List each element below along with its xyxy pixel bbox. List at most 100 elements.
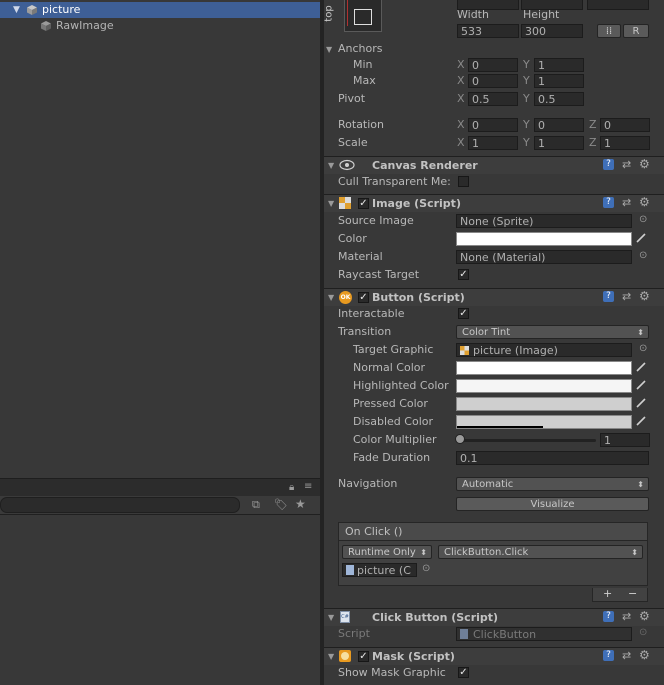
gear-icon[interactable]: ⚙ bbox=[639, 609, 650, 623]
rotation-x-field[interactable]: 0 bbox=[468, 118, 518, 132]
gear-icon[interactable]: ⚙ bbox=[639, 289, 650, 303]
width-field[interactable]: 533 bbox=[457, 24, 519, 38]
preset-icon[interactable]: ⇄ bbox=[622, 158, 631, 171]
menu-icon[interactable]: ≡ bbox=[304, 481, 312, 492]
eyedropper-icon[interactable] bbox=[635, 379, 647, 391]
search-input[interactable] bbox=[0, 497, 240, 513]
anchor-min-y-field[interactable]: 1 bbox=[534, 58, 584, 72]
pivot-y-field[interactable]: 0.5 bbox=[534, 92, 584, 106]
raycast-target-label: Raycast Target bbox=[338, 268, 420, 281]
eyedropper-icon[interactable] bbox=[635, 232, 647, 244]
scale-x-field[interactable]: 1 bbox=[468, 136, 518, 150]
fade-duration-field[interactable]: 0.1 bbox=[456, 451, 649, 465]
anchor-preset-button[interactable] bbox=[344, 0, 382, 32]
anchors-max-label: Max bbox=[353, 74, 376, 87]
rotation-z-field[interactable]: 0 bbox=[600, 118, 650, 132]
preset-icon[interactable]: ⇄ bbox=[622, 290, 631, 303]
color-multiplier-slider-thumb[interactable] bbox=[455, 434, 465, 444]
eyedropper-icon[interactable] bbox=[635, 415, 647, 427]
object-picker-icon[interactable]: ⊙ bbox=[639, 214, 647, 225]
object-picker-icon[interactable]: ⊙ bbox=[422, 563, 430, 574]
runtime-dropdown[interactable]: Runtime Only ⬍ bbox=[342, 545, 432, 559]
color-multiplier-slider-track[interactable] bbox=[460, 439, 596, 442]
gear-icon[interactable]: ⚙ bbox=[639, 157, 650, 171]
raw-edit-button[interactable]: R bbox=[623, 24, 649, 38]
preset-icon[interactable]: ⇄ bbox=[622, 196, 631, 209]
raycast-target-checkbox[interactable]: ✓ bbox=[458, 269, 469, 280]
rotation-y-field[interactable]: 0 bbox=[534, 118, 584, 132]
transition-dropdown[interactable]: Color Tint ⬍ bbox=[456, 325, 649, 339]
click-button-script-header[interactable]: ▼ C# Click Button (Script) ? ⇄ ⚙ bbox=[324, 608, 664, 626]
anchor-min-x-field[interactable]: 0 bbox=[468, 58, 518, 72]
object-picker-icon[interactable]: ⊙ bbox=[639, 343, 647, 354]
mask-script-header[interactable]: ▼ ✓ Mask (Script) ? ⇄ ⚙ bbox=[324, 647, 664, 665]
disabled-color-field[interactable] bbox=[456, 415, 632, 429]
highlighted-color-field[interactable] bbox=[456, 379, 632, 393]
help-icon[interactable]: ? bbox=[603, 197, 614, 208]
gear-icon[interactable]: ⚙ bbox=[639, 195, 650, 209]
scale-y-field[interactable]: 1 bbox=[534, 136, 584, 150]
show-mask-graphic-checkbox[interactable]: ✓ bbox=[458, 667, 469, 678]
component-title: Image (Script) bbox=[372, 197, 461, 210]
eyedropper-icon[interactable] bbox=[635, 397, 647, 409]
foldout-arrow-icon[interactable]: ▼ bbox=[328, 293, 334, 302]
interactable-checkbox[interactable]: ✓ bbox=[458, 308, 469, 319]
pivot-x-field[interactable]: 0.5 bbox=[468, 92, 518, 106]
height-field[interactable]: 300 bbox=[521, 24, 583, 38]
canvas-renderer-header[interactable]: ▼ Canvas Renderer ? ⇄ ⚙ bbox=[324, 156, 664, 174]
lock-icon[interactable]: 🔒︎ bbox=[289, 482, 294, 493]
hierarchy-item-picture[interactable]: ▼ picture bbox=[0, 2, 320, 18]
anchor-max-y-field[interactable]: 1 bbox=[534, 74, 584, 88]
gear-icon[interactable]: ⚙ bbox=[639, 648, 650, 662]
normal-color-field[interactable] bbox=[456, 361, 632, 375]
blueprint-mode-button[interactable]: ⁞⁞ bbox=[597, 24, 621, 38]
expand-arrow-icon[interactable]: ▼ bbox=[13, 2, 20, 18]
help-icon[interactable]: ? bbox=[603, 291, 614, 302]
cull-transparent-checkbox[interactable] bbox=[458, 176, 469, 187]
button-script-header[interactable]: ▼ OK ✓ Button (Script) ? ⇄ ⚙ bbox=[324, 288, 664, 306]
image-script-header[interactable]: ▼ ✓ Image (Script) ? ⇄ ⚙ bbox=[324, 194, 664, 212]
source-image-field[interactable]: None (Sprite) bbox=[456, 214, 632, 228]
foldout-arrow-icon[interactable]: ▼ bbox=[326, 45, 332, 54]
foldout-arrow-icon[interactable]: ▼ bbox=[328, 652, 334, 661]
filter-by-type-icon[interactable]: ⧉ bbox=[252, 498, 260, 512]
help-icon[interactable]: ? bbox=[603, 650, 614, 661]
pressed-color-field[interactable] bbox=[456, 397, 632, 411]
function-dropdown[interactable]: ClickButton.Click ⬍ bbox=[438, 545, 643, 559]
tag-icon[interactable]: 🏷︎ bbox=[274, 498, 288, 511]
component-enabled-checkbox[interactable]: ✓ bbox=[358, 292, 369, 303]
axis-x-label: X bbox=[457, 118, 465, 131]
color-multiplier-field[interactable]: 1 bbox=[600, 433, 650, 447]
navigation-dropdown[interactable]: Automatic ⬍ bbox=[456, 477, 649, 491]
scale-z-field[interactable]: 1 bbox=[600, 136, 650, 150]
anchor-max-x-field[interactable]: 0 bbox=[468, 74, 518, 88]
visualize-button[interactable]: Visualize bbox=[456, 497, 649, 511]
preset-icon[interactable]: ⇄ bbox=[622, 649, 631, 662]
color-label: Color bbox=[338, 232, 367, 245]
favorite-star-icon[interactable]: ★ bbox=[295, 497, 306, 511]
button-component-icon: OK bbox=[339, 291, 352, 304]
foldout-arrow-icon[interactable]: ▼ bbox=[328, 161, 334, 170]
foldout-arrow-icon[interactable]: ▼ bbox=[328, 613, 334, 622]
axis-z-label: Z bbox=[589, 136, 597, 149]
help-icon[interactable]: ? bbox=[603, 611, 614, 622]
fade-duration-label: Fade Duration bbox=[353, 451, 431, 464]
color-field[interactable] bbox=[456, 232, 632, 246]
component-enabled-checkbox[interactable]: ✓ bbox=[358, 198, 369, 209]
target-graphic-field[interactable]: picture (Image) bbox=[456, 343, 632, 357]
foldout-arrow-icon[interactable]: ▼ bbox=[328, 199, 334, 208]
object-picker-icon[interactable]: ⊙ bbox=[639, 250, 647, 261]
pos-z-field[interactable] bbox=[587, 0, 649, 10]
help-icon[interactable]: ? bbox=[603, 159, 614, 170]
hierarchy-item-rawimage[interactable]: RawImage bbox=[0, 18, 320, 34]
hierarchy-panel: ▼ picture RawImage bbox=[0, 0, 320, 475]
gameobject-cube-icon bbox=[41, 21, 51, 31]
eyedropper-icon[interactable] bbox=[635, 361, 647, 373]
component-enabled-checkbox[interactable]: ✓ bbox=[358, 651, 369, 662]
remove-listener-button[interactable]: − bbox=[628, 587, 637, 600]
normal-color-label: Normal Color bbox=[353, 361, 426, 374]
script-file-icon: C# bbox=[340, 611, 350, 623]
material-field[interactable]: None (Material) bbox=[456, 250, 632, 264]
preset-icon[interactable]: ⇄ bbox=[622, 610, 631, 623]
add-listener-button[interactable]: + bbox=[603, 587, 612, 600]
